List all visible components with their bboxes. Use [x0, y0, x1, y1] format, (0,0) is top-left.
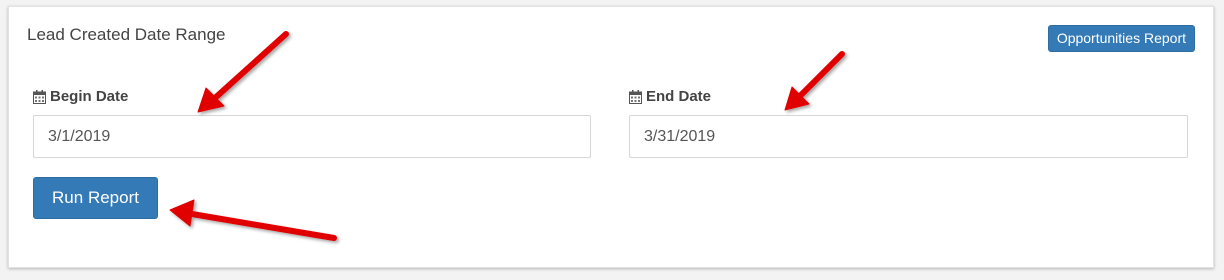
opportunities-report-button[interactable]: Opportunities Report: [1047, 25, 1195, 52]
run-report-button[interactable]: Run Report: [33, 177, 158, 219]
end-date-label: End Date: [629, 88, 711, 105]
end-date-input[interactable]: [629, 115, 1188, 158]
calendar-icon: [629, 89, 642, 104]
begin-date-label-text: Begin Date: [50, 88, 129, 105]
begin-date-label: Begin Date: [33, 88, 128, 105]
date-range-panel: Lead Created Date Range Opportunities Re…: [8, 6, 1214, 268]
begin-date-input[interactable]: [33, 115, 591, 158]
panel-title: Lead Created Date Range: [27, 25, 226, 44]
calendar-icon: [33, 89, 46, 104]
end-date-label-text: End Date: [646, 88, 712, 105]
